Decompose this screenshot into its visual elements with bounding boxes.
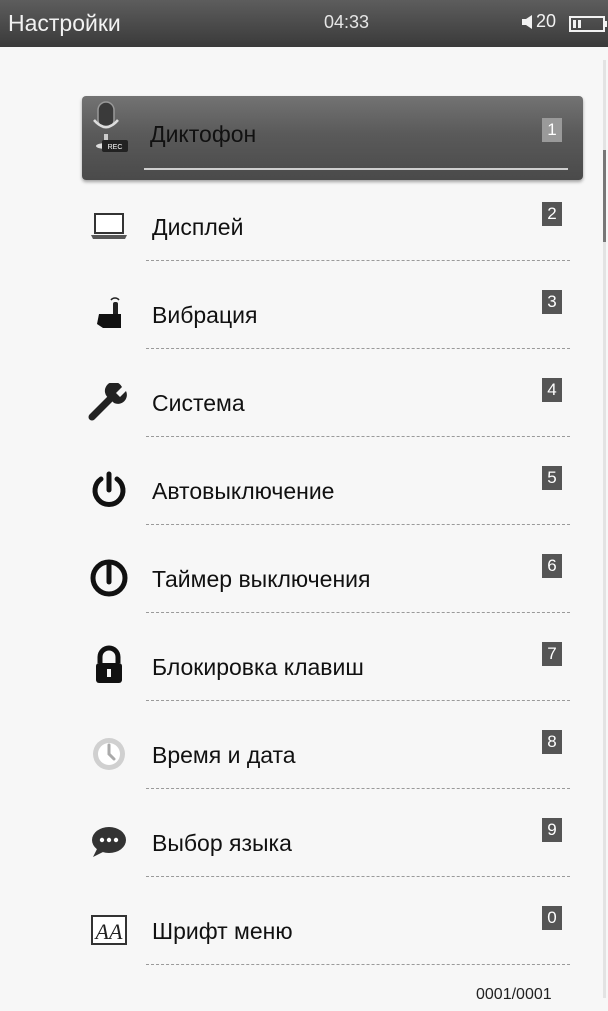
menu-item-label: Шрифт меню xyxy=(152,918,293,944)
menu-item-system[interactable]: Система 4 xyxy=(84,360,584,442)
divider xyxy=(146,348,570,349)
microphone-rec-icon: REC xyxy=(82,101,132,158)
menu-item-number: 2 xyxy=(542,202,562,226)
divider xyxy=(146,788,570,789)
menu-item-label: Система xyxy=(152,390,245,416)
menu-item-number: 5 xyxy=(542,466,562,490)
menu-item-recorder[interactable]: REC Диктофон 1 xyxy=(82,96,583,180)
screen-title: Настройки xyxy=(8,10,121,36)
menu-item-display[interactable]: Дисплей 2 xyxy=(84,184,584,266)
volume-indicator: 20 xyxy=(521,11,556,32)
svg-text:AA: AA xyxy=(94,919,123,944)
power-icon xyxy=(84,470,134,510)
menu-item-number: 0 xyxy=(542,906,562,930)
menu-item-label: Автовыключение xyxy=(152,478,335,504)
menu-item-label: Таймер выключения xyxy=(152,566,371,592)
hand-touch-icon xyxy=(84,294,134,334)
lock-icon xyxy=(84,645,134,686)
divider xyxy=(144,168,568,170)
divider xyxy=(146,260,570,261)
speech-bubble-icon xyxy=(84,822,134,862)
menu-item-number: 6 xyxy=(542,554,562,578)
menu-item-auto-power-off[interactable]: Автовыключение 5 xyxy=(84,448,584,530)
divider xyxy=(146,964,570,965)
menu-item-menu-font[interactable]: AA Шрифт меню 0 xyxy=(84,888,584,970)
menu-item-label: Диктофон xyxy=(150,121,257,147)
page-counter: 0001/0001 xyxy=(476,986,552,1003)
menu-item-number: 7 xyxy=(542,642,562,666)
menu-item-vibration[interactable]: Вибрация 3 xyxy=(84,272,584,354)
divider xyxy=(146,612,570,613)
menu-item-number: 4 xyxy=(542,378,562,402)
svg-text:REC: REC xyxy=(108,144,123,151)
divider xyxy=(146,700,570,701)
menu-item-number: 3 xyxy=(542,290,562,314)
menu-item-number: 8 xyxy=(542,730,562,754)
menu-item-number: 1 xyxy=(542,118,562,142)
status-bar: Настройки 04:33 20 xyxy=(0,0,608,47)
menu-item-key-lock[interactable]: Блокировка клавиш 7 xyxy=(84,624,584,706)
divider xyxy=(146,436,570,437)
laptop-display-icon xyxy=(84,206,134,246)
menu-item-label: Выбор языка xyxy=(152,830,292,856)
power-timer-icon xyxy=(84,558,134,598)
menu-item-number: 9 xyxy=(542,818,562,842)
divider xyxy=(146,876,570,877)
menu-item-date-time[interactable]: Время и дата 8 xyxy=(84,712,584,794)
wrench-icon xyxy=(84,382,134,422)
menu-item-label: Дисплей xyxy=(152,214,244,240)
menu-item-language[interactable]: Выбор языка 9 xyxy=(84,800,584,882)
menu-item-sleep-timer[interactable]: Таймер выключения 6 xyxy=(84,536,584,618)
divider xyxy=(146,524,570,525)
font-icon: AA xyxy=(84,910,134,950)
volume-level: 20 xyxy=(536,11,557,31)
clock-icon xyxy=(84,734,134,774)
battery-icon xyxy=(569,16,608,37)
speaker-icon xyxy=(522,14,532,29)
scrollbar[interactable] xyxy=(603,60,606,998)
scrollbar-thumb[interactable] xyxy=(603,150,606,242)
menu-item-label: Вибрация xyxy=(152,302,258,328)
menu-item-label: Блокировка клавиш xyxy=(152,654,364,680)
clock: 04:33 xyxy=(324,12,370,32)
menu-item-label: Время и дата xyxy=(152,742,296,768)
